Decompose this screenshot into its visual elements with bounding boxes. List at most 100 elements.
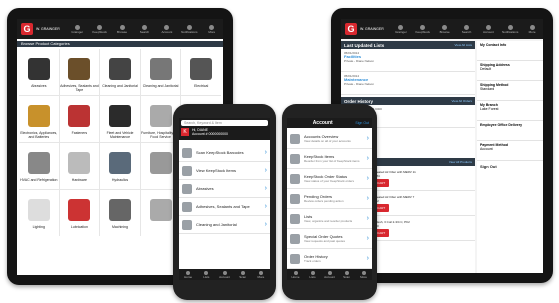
category-tile[interactable]: Lighting — [19, 190, 59, 236]
lists-icon — [290, 213, 300, 224]
view-all-lists-link[interactable]: View All Lists — [455, 43, 472, 47]
more-icon — [361, 270, 366, 275]
tab-scan[interactable]: Scan — [234, 270, 252, 279]
category-image — [68, 105, 91, 127]
category-image — [68, 58, 91, 80]
category-image — [149, 152, 172, 174]
tab-notifications[interactable]: Notifications — [499, 24, 521, 34]
keepstock-icon — [420, 24, 426, 30]
side-menu-item[interactable]: My Branch Lake Forest — [477, 101, 543, 121]
tab-more[interactable]: More — [252, 270, 270, 279]
tab-account[interactable]: Account — [215, 270, 233, 279]
category-tile[interactable]: Hydraulics — [100, 143, 140, 189]
tab-search[interactable]: Search — [456, 24, 478, 34]
tab-home[interactable]: Home — [287, 270, 304, 279]
category-tile[interactable]: Hardware — [59, 143, 100, 189]
menu-row-scan-keepstock-barcodes[interactable]: Scan KeepStock Barcodes › — [179, 144, 270, 162]
row-text: Scan KeepStock Barcodes — [196, 150, 265, 155]
tab-search[interactable]: Search — [133, 24, 155, 34]
tab-keepstock[interactable]: KeepStock — [412, 24, 434, 34]
menu-row-order-history[interactable]: Order History Track orders › — [287, 249, 372, 269]
side-menu-item[interactable]: My Contact Info — [477, 41, 543, 61]
sign-out-button[interactable]: Sign Out — [355, 121, 369, 125]
category-tile[interactable]: Cleaning and Janitorial — [100, 49, 140, 95]
tab-grainger[interactable]: Grainger — [390, 24, 412, 34]
accounts-overview-icon — [290, 133, 300, 144]
list-row[interactable]: 05/01/2014 Maintenance Private - Diane Nel… — [341, 72, 475, 95]
tab-keepstock[interactable]: KeepStock — [88, 24, 110, 34]
grainger-logo[interactable]: G — [21, 23, 33, 35]
row-label: Cleaning and Janitorial — [196, 222, 237, 227]
row-text: KeepStock Order Status View status of you… — [304, 174, 367, 184]
account-icon — [164, 24, 170, 30]
top-nav-bar: G W. GRAINGER Grainger KeepStock Browse Sea… — [341, 19, 543, 39]
tab-more[interactable]: More — [201, 24, 223, 34]
search-input[interactable]: Search, Keyword & Item — [181, 120, 268, 126]
menu-row-abrasives[interactable]: Abrasives › — [179, 180, 270, 198]
tab-home[interactable]: Home — [179, 270, 197, 279]
side-menu-label: My Contact Info — [480, 43, 507, 47]
side-menu-sub: Default — [480, 67, 492, 71]
tab-account[interactable]: Account — [477, 24, 499, 34]
row-sub: Reorder from your list of KeepStock item… — [304, 158, 360, 163]
tab-grainger[interactable]: Grainger — [66, 24, 88, 34]
category-tile[interactable]: Fasteners — [59, 96, 100, 142]
category-label: Cleaning and Janitorial — [102, 84, 138, 88]
menu-row-keepstock-order-status[interactable]: KeepStock Order Status View status of you… — [287, 169, 372, 189]
tab-account[interactable]: Account — [156, 24, 178, 34]
side-menu-item[interactable]: Payment Method Account — [477, 141, 543, 161]
row-text: Abrasives — [196, 186, 265, 191]
adhesives-sealants-and-tape-icon — [182, 201, 192, 212]
menu-row-keepstock-items[interactable]: KeepStock Items Reorder from your list of… — [287, 149, 372, 169]
bottom-tab-bar: Home Lists Account Scan More — [179, 269, 270, 280]
view-all-orders-link[interactable]: View All Orders — [452, 99, 472, 103]
tab-notifications[interactable]: Notifications — [178, 24, 200, 34]
list-row[interactable]: 05/01/2014 Facilities Private - Diane Nels… — [341, 49, 475, 72]
category-tile[interactable]: Lubrication — [59, 190, 100, 236]
category-tile[interactable]: Adhesives, Sealants and Tape — [59, 49, 100, 95]
menu-row-view-keepstock-items[interactable]: View KeepStock Items › — [179, 162, 270, 180]
view-all-products-link[interactable]: View All Products — [449, 160, 472, 164]
category-tile[interactable]: Cleaning and Janitorial — [140, 49, 181, 95]
tab-label: Grainger — [395, 29, 407, 34]
tab-lists[interactable]: Lists — [304, 270, 321, 279]
row-sub: View, organize and reorder products — [304, 218, 353, 223]
sign-out-link[interactable]: Sign Out — [477, 161, 543, 177]
lists-icon — [310, 270, 315, 275]
view-keepstock-items-icon — [182, 165, 192, 176]
tab-scan[interactable]: Scan — [338, 270, 355, 279]
row-sub: View status of your KeepStock orders — [304, 178, 354, 183]
grainger-logo[interactable]: G — [345, 23, 357, 35]
category-tile[interactable]: Fleet and Vehicle Maintenance — [100, 96, 140, 142]
category-image — [149, 58, 172, 80]
menu-row-accounts-overview[interactable]: Accounts Overview View details on all of … — [287, 129, 372, 149]
tab-account[interactable]: Account — [321, 270, 338, 279]
category-tile[interactable]: Machining — [100, 190, 140, 236]
category-tile[interactable]: Abrasives — [19, 49, 59, 95]
tab-more[interactable]: More — [521, 24, 543, 34]
menu-row-cleaning-and-janitorial[interactable]: Cleaning and Janitorial › — [179, 216, 270, 234]
category-image — [27, 105, 50, 127]
tab-more[interactable]: More — [355, 270, 372, 279]
tab-browse[interactable]: Browse — [434, 24, 456, 34]
chevron-right-icon: › — [366, 135, 369, 142]
row-sub: Review orders pending action — [304, 198, 344, 203]
tab-label: KeepStock — [415, 29, 431, 34]
category-tile[interactable]: Electronics, Appliances, and Batteries — [19, 96, 59, 142]
menu-row-pending-orders[interactable]: Pending Orders Review orders pending acti… — [287, 189, 372, 209]
tab-label: Account — [161, 29, 173, 34]
menu-row-lists[interactable]: Lists View, organize and reorder products… — [287, 209, 372, 229]
category-tile[interactable]: HVAC and Refrigeration — [19, 143, 59, 189]
product-item: Item # 5W884 — [361, 174, 472, 178]
side-menu-item[interactable]: Employee Office Delivery — [477, 121, 543, 141]
tab-browse[interactable]: Browse — [111, 24, 133, 34]
tab-lists[interactable]: Lists — [197, 270, 215, 279]
account-icon — [327, 270, 332, 275]
category-image — [108, 152, 131, 174]
menu-row-adhesives-sealants-and-tape[interactable]: Adhesives, Sealants and Tape › — [179, 198, 270, 216]
menu-row-special-order-quotes[interactable]: Special Order Quotes View requests and pa… — [287, 229, 372, 249]
side-menu-item[interactable]: Shipping Address Default — [477, 61, 543, 81]
side-menu-item[interactable]: Shipping Method Standard — [477, 81, 543, 101]
row-label: Accounts Overview — [304, 133, 339, 139]
category-tile[interactable]: Electrical — [181, 49, 221, 95]
